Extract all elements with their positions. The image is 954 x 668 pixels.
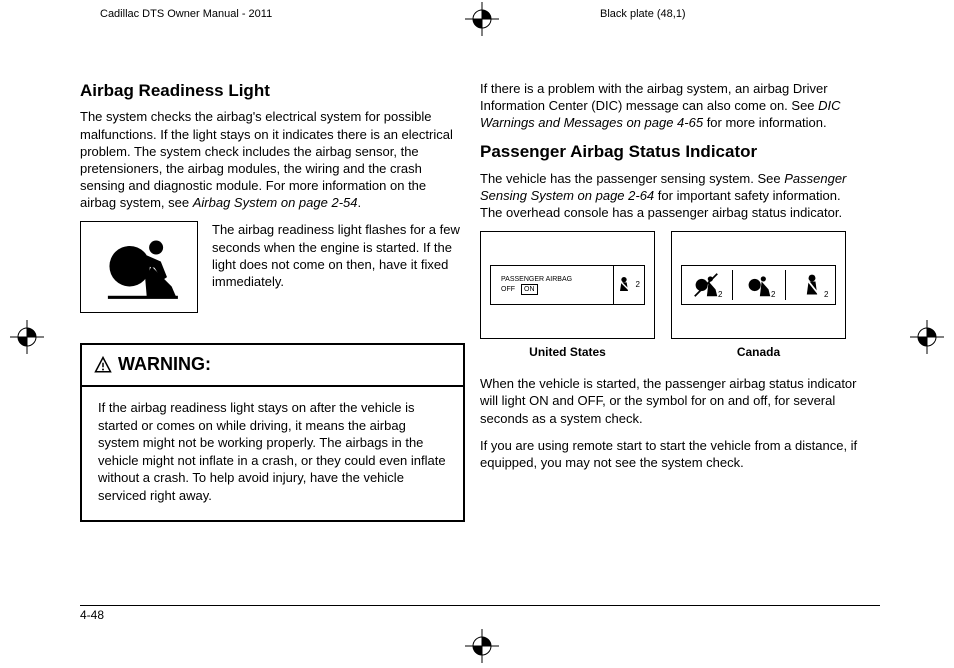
right-column: If there is a problem with the airbag sy… <box>480 80 865 481</box>
xref-airbag-system: Airbag System on page 2-54 <box>193 195 358 210</box>
content-area: Airbag Readiness Light The system checks… <box>80 80 880 640</box>
ca-sub-1: 2 <box>718 290 722 301</box>
ca-sub-2: 2 <box>771 290 775 301</box>
warning-body: If the airbag readiness light stays on a… <box>82 387 463 520</box>
label-canada: Canada <box>671 345 846 361</box>
ca-sub-3: 2 <box>824 290 828 301</box>
warning-box: WARNING: If the airbag readiness light s… <box>80 343 465 522</box>
text: The vehicle has the passenger sensing sy… <box>480 171 784 186</box>
text: If there is a problem with the airbag sy… <box>480 81 828 113</box>
us-on-label: ON <box>521 284 538 295</box>
warning-triangle-icon <box>94 356 112 374</box>
para-remote-start: If you are using remote start to start t… <box>480 437 865 471</box>
airbag-readiness-icon <box>80 221 198 313</box>
airbag-on-icon: 2 <box>746 272 772 298</box>
para-readiness-intro: The system checks the airbag's electrica… <box>80 108 465 211</box>
manual-title: Cadillac DTS Owner Manual - 2011 <box>100 8 272 20</box>
airbag-off-icon: 2 <box>693 272 719 298</box>
warning-title: WARNING: <box>118 353 211 377</box>
left-column: Airbag Readiness Light The system checks… <box>80 80 465 522</box>
indicator-labels: United States Canada <box>480 345 865 361</box>
indicator-canada: 2 2 2 <box>671 231 846 339</box>
us-sub-2: 2 <box>636 280 640 291</box>
para-dic-message: If there is a problem with the airbag sy… <box>480 80 865 131</box>
manual-page: Cadillac DTS Owner Manual - 2011 Black p… <box>0 0 954 668</box>
page-number: 4-48 <box>80 608 104 622</box>
heading-airbag-readiness: Airbag Readiness Light <box>80 80 465 102</box>
indicator-us: PASSENGER AIRBAG OFF ON <box>480 231 655 339</box>
para-system-check: When the vehicle is started, the passeng… <box>480 375 865 426</box>
text: for more information. <box>703 115 827 130</box>
registration-mark-top <box>465 2 499 36</box>
seatbelt-person-icon <box>614 275 634 295</box>
label-us: United States <box>480 345 655 361</box>
registration-mark-right <box>910 320 944 359</box>
warning-header: WARNING: <box>82 345 463 387</box>
registration-mark-left <box>10 320 44 359</box>
indicator-us-inner: PASSENGER AIRBAG OFF ON <box>490 265 645 305</box>
para-passenger-intro: The vehicle has the passenger sensing sy… <box>480 170 865 221</box>
plate-label: Black plate (48,1) <box>600 8 686 20</box>
heading-passenger-indicator: Passenger Airbag Status Indicator <box>480 141 865 163</box>
airbag-icon-caption: The airbag readiness light flashes for a… <box>212 221 465 313</box>
footer-rule <box>80 605 880 606</box>
text: . <box>358 195 362 210</box>
indicator-row: PASSENGER AIRBAG OFF ON <box>480 231 865 339</box>
us-icons: 2 <box>614 275 644 295</box>
indicator-canada-inner: 2 2 2 <box>681 265 836 305</box>
us-off-label: OFF <box>501 285 515 294</box>
seatbelt-icon: 2 <box>799 272 825 298</box>
airbag-icon-row: The airbag readiness light flashes for a… <box>80 221 465 313</box>
print-header: Cadillac DTS Owner Manual - 2011 Black p… <box>0 6 954 36</box>
us-passenger-airbag-label: PASSENGER AIRBAG <box>495 276 609 284</box>
